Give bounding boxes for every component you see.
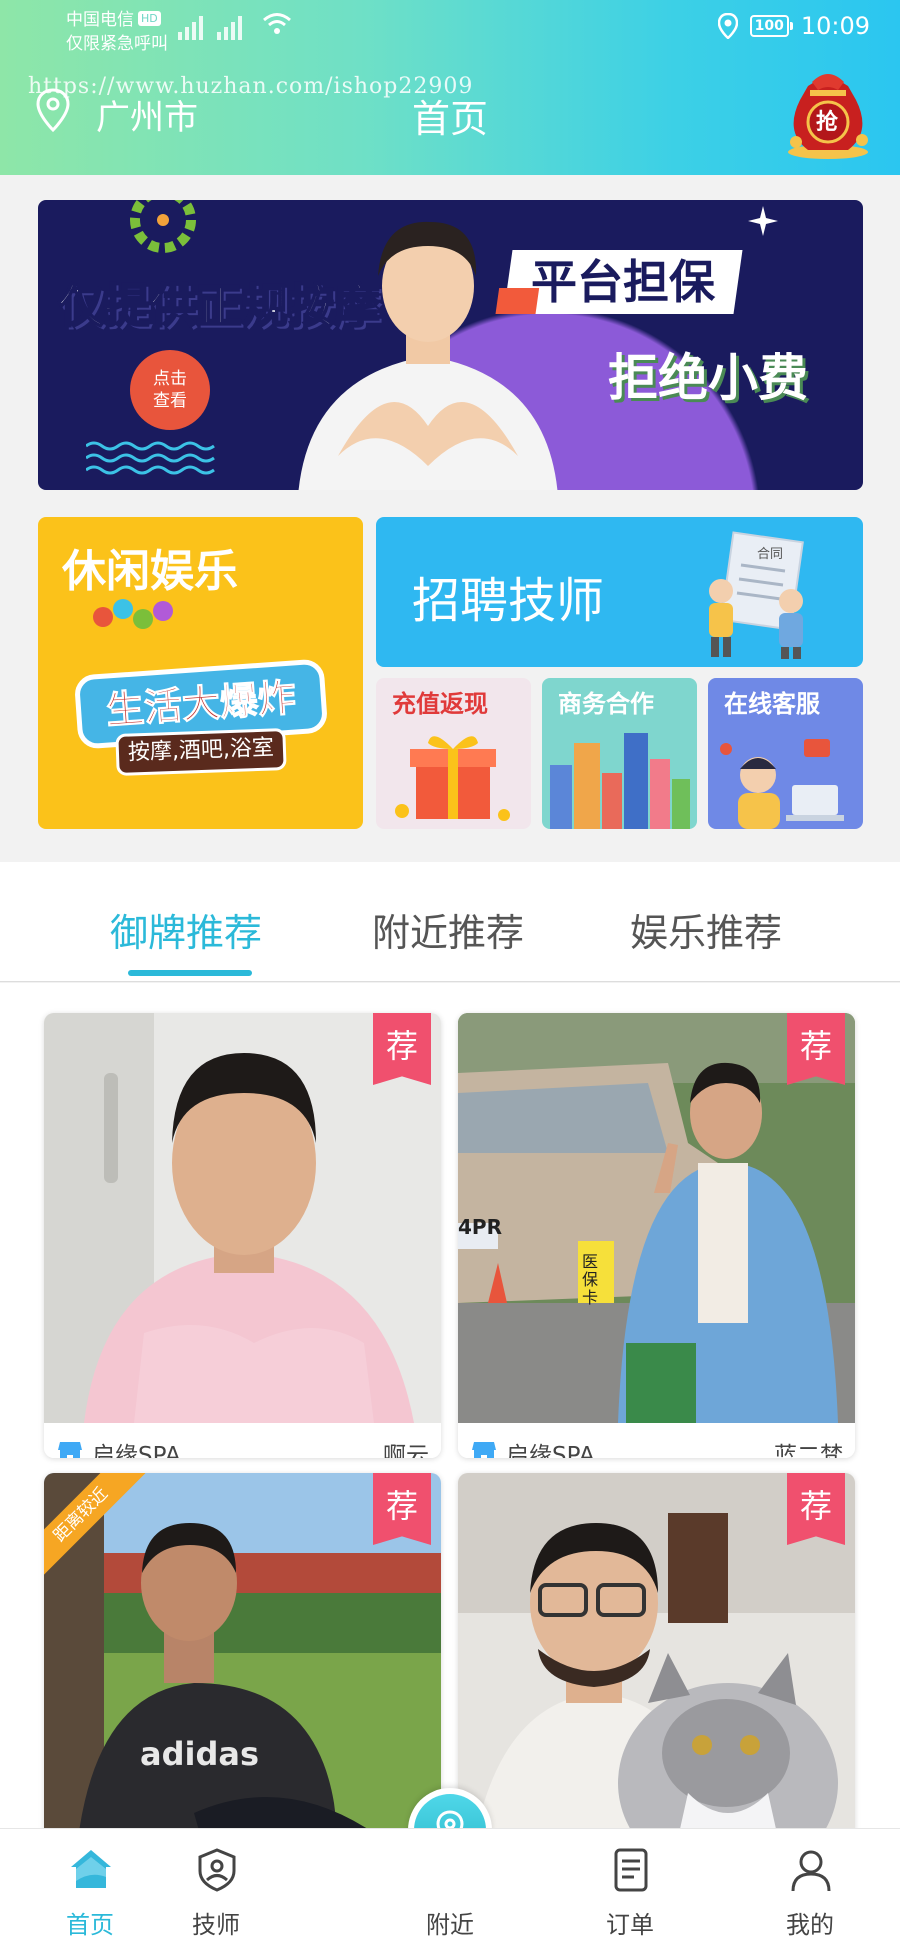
tab-royal-recommend[interactable]: 御牌推荐 — [110, 902, 262, 957]
card-footer: 启缘SPA 蓝二梵 — [458, 1423, 855, 1458]
promo-banner[interactable]: 仅提供正规按摩 平台担保 拒绝小费 点击 查看 — [38, 200, 863, 490]
technician-card[interactable]: 荐 启缘SPA 啊云 — [44, 1013, 441, 1458]
status-bar-carrier: 中国电信 HD 仅限紧急呼叫 — [66, 8, 168, 56]
technician-card[interactable]: 4PR 医保卡 荐 启缘SPA 蓝二梵 — [458, 1013, 855, 1458]
gift-box-icon — [395, 736, 510, 821]
battery-icon: 100 — [749, 15, 794, 37]
recommend-tabs: 御牌推荐 附近推荐 娱乐推荐 — [0, 862, 900, 982]
service-title: 在线客服 — [724, 690, 820, 718]
clock: 10:09 — [800, 12, 870, 40]
tab-nearby-recommend[interactable]: 附近推荐 — [372, 902, 524, 957]
signal-icon — [178, 14, 242, 40]
shirt-brand-text: adidas — [140, 1735, 260, 1773]
tabbar-home[interactable]: 首页 — [30, 1829, 150, 1950]
carrier-name: 中国电信 — [66, 10, 134, 30]
click-line-1: 点击 — [153, 369, 187, 389]
contract-label: 合同 — [757, 547, 784, 562]
recharge-title: 充值返现 — [392, 690, 488, 718]
page-title: 首页 — [411, 97, 488, 141]
grab-redpacket-button[interactable]: 抢 — [782, 62, 874, 160]
tabbar-technician[interactable]: 技师 — [156, 1829, 276, 1950]
sign-board-text: 医保卡 — [582, 1252, 599, 1307]
tabbar-profile[interactable]: 我的 — [750, 1829, 870, 1950]
recommend-badge: 荐 — [373, 1013, 431, 1085]
recommend-badge: 荐 — [787, 1013, 845, 1085]
tabbar-technician-label: 技师 — [192, 1911, 240, 1939]
wifi-icon — [262, 12, 292, 42]
contract-handshake-icon: 合同 — [697, 531, 817, 661]
sign-subtitle: 按摩,酒吧,浴室 — [115, 728, 287, 776]
hd-badge: HD — [138, 11, 161, 26]
car-plate-text: 4PR — [458, 1215, 502, 1239]
business-cooperation-tile[interactable]: 商务合作 — [542, 678, 697, 829]
technician-shield-icon — [198, 1848, 236, 1892]
card-footer: 启缘SPA 啊云 — [44, 1423, 441, 1458]
technician-grid: 荐 启缘SPA 啊云 4PR 医保卡 荐 启缘SPA 蓝二梵 adidas 距离… — [0, 983, 900, 1828]
home-icon — [71, 1850, 111, 1888]
life-bang-sign: 生活大爆炸 按摩,酒吧,浴室 — [68, 637, 333, 787]
click-line-2: 查看 — [153, 391, 187, 411]
sparkle-icon — [748, 206, 778, 236]
emergency-text: 仅限紧急呼叫 — [66, 34, 168, 54]
shop-name: 启缘SPA — [506, 1443, 595, 1458]
technician-name: 蓝二梵 — [774, 1443, 843, 1458]
tabbar-nearby[interactable]: 附近 — [390, 1829, 510, 1950]
grab-label: 抢 — [816, 110, 839, 135]
shop-info: 启缘SPA — [470, 1436, 774, 1458]
shop-name: 启缘SPA — [92, 1443, 181, 1458]
status-bar-right: 100 10:09 — [717, 12, 870, 40]
tabbar-orders-label: 订单 — [606, 1911, 654, 1939]
gear-decoration-icon — [130, 200, 196, 253]
banner-subheadline: 拒绝小费 — [608, 349, 808, 407]
recharge-cashback-tile[interactable]: 充值返现 — [376, 678, 531, 829]
order-list-icon — [614, 1848, 648, 1892]
shop-info: 启缘SPA — [56, 1436, 383, 1458]
recommend-badge: 荐 — [787, 1473, 845, 1545]
recruit-technician-card[interactable]: 招聘技师 合同 — [376, 517, 863, 667]
recommend-badge: 荐 — [373, 1473, 431, 1545]
technician-card[interactable]: 荐 — [458, 1473, 855, 1828]
user-profile-icon — [791, 1850, 831, 1892]
bottom-tab-bar: 首页 技师 附近 订单 我的 — [0, 1828, 900, 1950]
technician-card[interactable]: adidas 距离较近 荐 — [44, 1473, 441, 1828]
tabbar-nearby-label: 附近 — [426, 1911, 474, 1939]
city-buildings-icon — [550, 733, 690, 829]
tabbar-home-label: 首页 — [66, 1911, 114, 1939]
online-service-tile[interactable]: 在线客服 — [708, 678, 863, 829]
banner-view-button[interactable]: 点击 查看 — [130, 350, 210, 430]
tabbar-profile-label: 我的 — [786, 1911, 834, 1939]
leisure-title: 休闲娱乐 — [62, 546, 238, 597]
wave-decoration — [86, 441, 215, 475]
guarantee-badge: 平台担保 — [503, 250, 743, 314]
technician-name: 啊云 — [383, 1443, 429, 1458]
tabbar-orders[interactable]: 订单 — [570, 1829, 690, 1950]
leisure-entertainment-card[interactable]: 休闲娱乐 生活大爆炸 按摩,酒吧,浴室 — [38, 517, 363, 829]
location-status-icon — [717, 13, 738, 39]
store-icon — [472, 1442, 496, 1458]
active-tab-indicator — [128, 970, 252, 976]
recruit-title: 招聘技师 — [412, 573, 605, 629]
banner-model-image — [298, 221, 558, 490]
business-title: 商务合作 — [558, 690, 654, 718]
app-header: 中国电信 HD 仅限紧急呼叫 100 10:09 https://www.huzh… — [0, 0, 900, 175]
tab-entertainment-recommend[interactable]: 娱乐推荐 — [630, 902, 782, 957]
store-icon — [58, 1442, 82, 1458]
customer-service-icon — [720, 739, 844, 829]
